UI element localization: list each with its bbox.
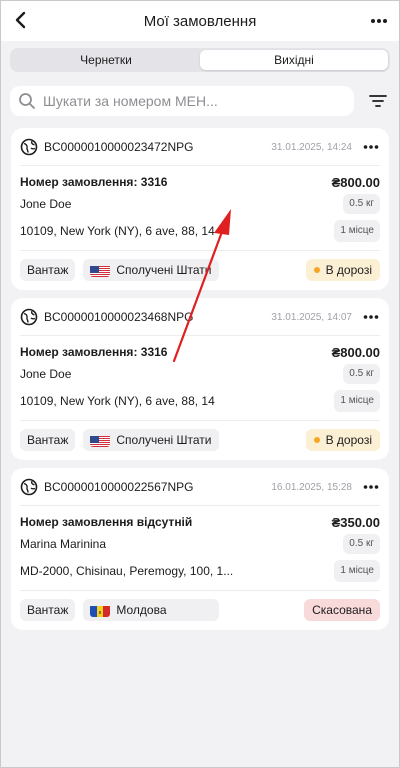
tab-outgoing[interactable]: Вихідні — [200, 50, 388, 70]
weight-badge: 0.5 кг — [343, 364, 380, 384]
md-flag-icon — [90, 604, 111, 617]
country-name: Сполучені Штати Америки — [116, 263, 212, 277]
order-price: ₴800.00 — [331, 344, 380, 360]
status-badge: В дорозі — [305, 429, 380, 451]
order-number: Номер замовлення відсутній — [20, 515, 193, 529]
order-number: Номер замовлення: 3316 — [20, 345, 168, 359]
country-tag: Сполучені Штати Америки — [83, 429, 220, 451]
search-box — [10, 86, 354, 116]
places-badge: 1 місце — [334, 390, 380, 412]
status-label: Скасована — [312, 603, 372, 617]
status-label: В дорозі — [325, 263, 372, 277]
weight-badge: 0.5 кг — [343, 194, 380, 214]
us-flag-icon — [90, 264, 111, 277]
recipient-address: 10109, New York (NY), 6 ave, 88, 14 — [20, 394, 215, 408]
status-dot-icon — [313, 437, 320, 443]
country-name: Сполучені Штати Америки — [116, 433, 212, 447]
card-more-icon[interactable] — [362, 138, 380, 156]
search-input[interactable] — [43, 93, 323, 109]
cargo-type-tag: Вантаж — [20, 429, 76, 451]
recipient-name: Jone Doe — [20, 367, 72, 381]
divider — [20, 335, 380, 336]
shipment-code: BC0000010000022567NPG — [44, 480, 194, 494]
search-icon — [19, 93, 35, 109]
order-number: Номер замовлення: 3316 — [20, 175, 168, 189]
status-label: В дорозі — [325, 433, 372, 447]
order-card[interactable]: BC0000010000023468NPG 31.01.2025, 14:07 … — [11, 298, 389, 460]
top-bar: Мої замовлення — [1, 1, 399, 41]
divider — [20, 420, 380, 421]
recipient-name: Marina Marinina — [20, 537, 107, 551]
divider — [20, 505, 380, 506]
recipient-address: 10109, New York (NY), 6 ave, 88, 14 — [20, 224, 215, 238]
divider — [20, 590, 380, 591]
back-arrow-icon[interactable] — [11, 9, 33, 31]
more-options-icon[interactable] — [369, 11, 389, 31]
filter-icon[interactable] — [366, 89, 390, 113]
country-name: Молдова — [116, 603, 167, 617]
recipient-address: MD-2000, Chisinau, Peremogy, 100, 1... — [20, 564, 234, 578]
order-price: ₴800.00 — [331, 174, 380, 190]
cargo-type-tag: Вантаж — [20, 259, 76, 281]
order-date: 31.01.2025, 14:24 — [271, 141, 352, 153]
tab-drafts[interactable]: Чернетки — [12, 50, 200, 70]
shipment-code: BC0000010000023468NPG — [44, 310, 194, 324]
divider — [20, 250, 380, 251]
order-date: 31.01.2025, 14:07 — [271, 311, 352, 323]
weight-badge: 0.5 кг — [343, 534, 380, 554]
orders-list: BC0000010000023472NPG 31.01.2025, 14:24 … — [1, 128, 399, 630]
places-badge: 1 місце — [334, 560, 380, 582]
country-tag: Сполучені Штати Америки — [83, 259, 220, 281]
us-flag-icon — [90, 434, 111, 447]
order-card[interactable]: BC0000010000022567NPG 16.01.2025, 15:28 … — [11, 468, 389, 630]
shipment-code: BC0000010000023472NPG — [44, 140, 194, 154]
globe-icon — [20, 478, 38, 496]
places-badge: 1 місце — [334, 220, 380, 242]
cargo-type-tag: Вантаж — [20, 599, 76, 621]
search-row — [10, 86, 390, 116]
orders-segmented-control: Чернетки Вихідні — [10, 48, 390, 72]
country-tag: Молдова — [83, 599, 220, 621]
globe-icon — [20, 308, 38, 326]
order-card[interactable]: BC0000010000023472NPG 31.01.2025, 14:24 … — [11, 128, 389, 290]
status-dot-icon — [313, 267, 320, 273]
divider — [20, 165, 380, 166]
order-price: ₴350.00 — [331, 514, 380, 530]
card-more-icon[interactable] — [362, 478, 380, 496]
order-date: 16.01.2025, 15:28 — [271, 481, 352, 493]
globe-icon — [20, 138, 38, 156]
status-badge: Скасована — [304, 599, 380, 621]
card-more-icon[interactable] — [362, 308, 380, 326]
page-title: Мої замовлення — [143, 12, 257, 30]
recipient-name: Jone Doe — [20, 197, 72, 211]
status-badge: В дорозі — [305, 259, 380, 281]
